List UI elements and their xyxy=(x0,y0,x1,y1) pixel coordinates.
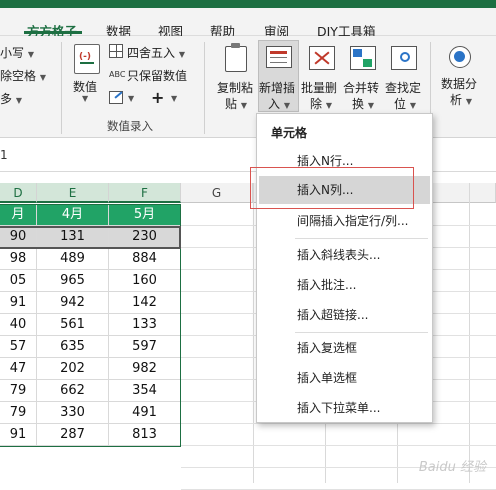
new-insert-button-line2[interactable]: 入 ▼ xyxy=(268,95,290,112)
copy-paste-button-line2[interactable]: 贴 ▼ xyxy=(225,95,247,112)
merge-convert-button[interactable]: 合并转 xyxy=(343,79,379,96)
menu-item-insert-checkbox[interactable]: 插入复选框 xyxy=(259,334,430,362)
column-header-e[interactable]: E xyxy=(37,183,109,203)
grid-line xyxy=(181,445,496,446)
ribbon-item-remove-spaces[interactable]: 除空格 ▼ xyxy=(0,67,46,84)
edit-dropdown-caret[interactable]: ▼ xyxy=(128,94,134,103)
active-tab-indicator xyxy=(24,31,82,34)
menu-item-insert-radio[interactable]: 插入单选框 xyxy=(259,364,430,392)
data-analysis-button[interactable]: 数据分 xyxy=(441,75,477,92)
menu-section-title: 单元格 xyxy=(271,126,308,140)
plus-icon[interactable]: + xyxy=(151,88,164,107)
edit-icon xyxy=(109,91,123,104)
insert-icon xyxy=(266,46,292,68)
column-header-g[interactable]: G xyxy=(181,183,253,203)
batch-delete-button[interactable]: 批量删 xyxy=(301,79,337,96)
menu-item-insert-dropdown[interactable]: 插入下拉菜单... xyxy=(259,394,430,422)
numeric-button[interactable]: 数值 xyxy=(73,78,97,95)
menu-separator xyxy=(295,238,428,239)
merge-convert-icon xyxy=(350,46,376,70)
keep-values-button[interactable]: 只保留数值 xyxy=(127,67,187,84)
name-box[interactable]: 1 xyxy=(0,148,8,162)
menu-separator xyxy=(295,332,428,333)
abc-icon: ABC xyxy=(109,70,126,79)
copy-paste-button[interactable]: 复制粘 xyxy=(217,79,253,96)
find-locate-icon xyxy=(391,46,417,70)
group-label-numeric-entry: 数值录入 xyxy=(107,119,153,133)
numeric-dropdown-caret[interactable]: ▼ xyxy=(82,94,88,103)
find-locate-button-line2[interactable]: 位 ▼ xyxy=(394,95,416,112)
selection-outline xyxy=(0,226,181,249)
menu-item-interval-insert[interactable]: 间隔插入指定行/列... xyxy=(259,207,430,235)
batch-delete-button-line2[interactable]: 除 ▼ xyxy=(310,95,332,112)
ribbon-item-lowercase[interactable]: 小写 ▼ xyxy=(0,44,34,61)
insert-dropdown-menu: 单元格 插入N行... 插入N列... 间隔插入指定行/列... 插入斜线表头.… xyxy=(256,113,433,423)
column-header-f[interactable]: F xyxy=(109,183,181,203)
menu-item-insert-hyperlink[interactable]: 插入超链接... xyxy=(259,301,430,329)
round-icon xyxy=(109,44,123,58)
numeric-icon: (-) xyxy=(74,44,100,74)
grid-line xyxy=(253,183,254,483)
group-divider xyxy=(61,42,62,134)
grid-line xyxy=(469,183,470,483)
merge-convert-button-line2[interactable]: 换 ▼ xyxy=(352,95,374,112)
data-analysis-button-line2[interactable]: 析 ▼ xyxy=(450,91,472,108)
batch-delete-icon xyxy=(309,46,335,70)
watermark-text: Baidu 经验 xyxy=(418,460,486,475)
round-button[interactable]: 四舍五入 ▼ xyxy=(127,44,185,61)
group-divider xyxy=(204,42,205,134)
grid-line xyxy=(181,423,496,424)
plus-dropdown-caret[interactable]: ▼ xyxy=(171,94,177,103)
new-insert-button[interactable]: 新增插 xyxy=(259,79,295,96)
menu-item-insert-comment[interactable]: 插入批注... xyxy=(259,271,430,299)
ribbon-item-more[interactable]: 多 ▼ xyxy=(0,90,22,107)
annotation-highlight-box xyxy=(250,167,414,209)
column-header-d[interactable]: D xyxy=(0,183,37,203)
find-locate-button[interactable]: 查找定 xyxy=(385,79,421,96)
data-analysis-icon xyxy=(449,46,471,68)
title-bar-strip xyxy=(0,0,496,8)
menu-item-insert-diagonal-header[interactable]: 插入斜线表头... xyxy=(259,241,430,269)
paste-icon xyxy=(225,43,247,72)
